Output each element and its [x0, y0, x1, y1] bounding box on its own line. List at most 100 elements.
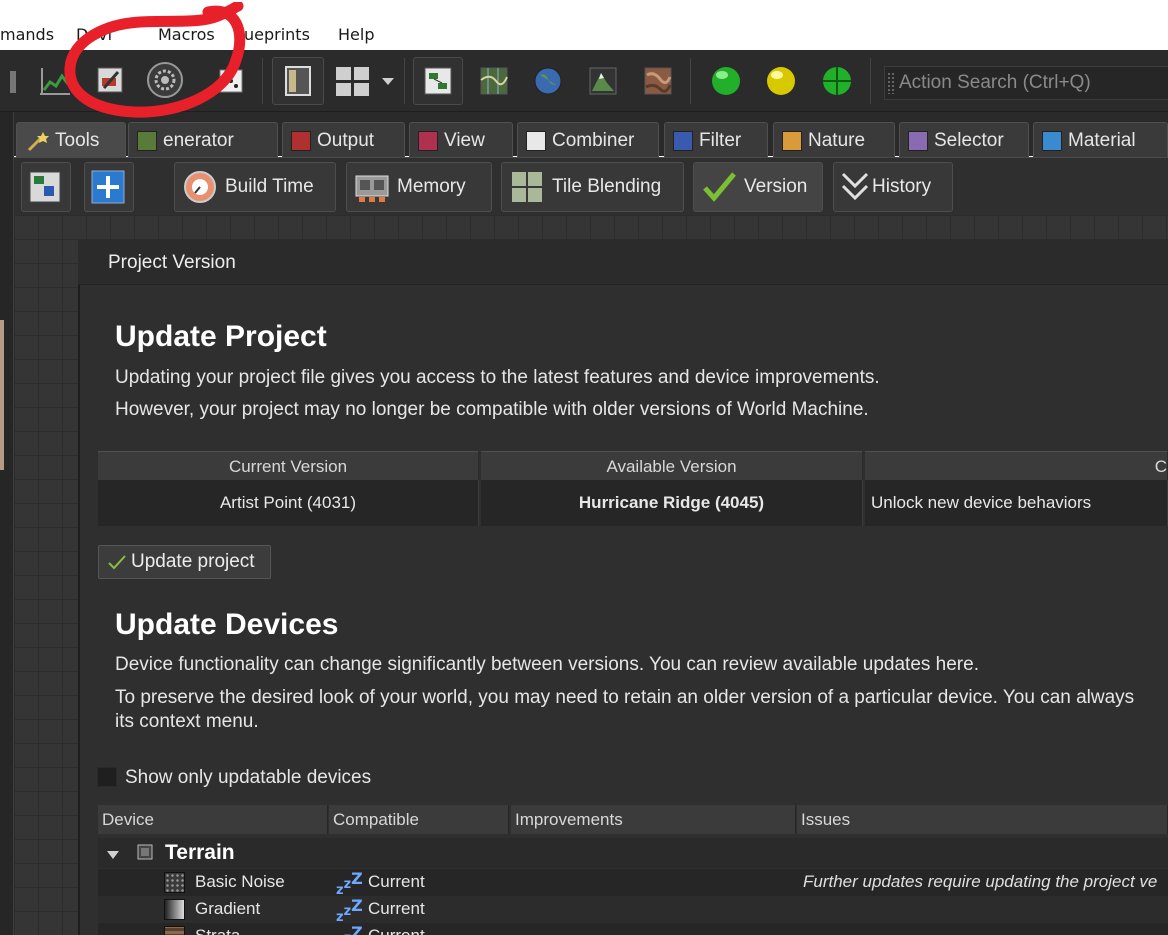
- tab-label: View: [444, 129, 485, 151]
- update-project-button[interactable]: Update project: [98, 545, 271, 579]
- dialog-title-bar: Project Version: [78, 240, 1168, 285]
- tab-view[interactable]: View: [409, 122, 513, 158]
- update-project-heading: Update Project: [115, 320, 327, 353]
- header-changes: C: [865, 451, 1168, 480]
- grip-handle-icon: [887, 72, 895, 94]
- tab-filter[interactable]: Filter: [664, 122, 768, 158]
- view-icon: [418, 130, 438, 151]
- device-name: Gradient: [195, 899, 261, 918]
- tab-tools[interactable]: Tools: [16, 122, 126, 158]
- globe-view-icon[interactable]: [528, 61, 568, 101]
- menu-commands[interactable]: mands: [0, 25, 54, 44]
- header-current-version: Current Version: [98, 451, 479, 480]
- show-updatable-checkbox[interactable]: [97, 767, 117, 787]
- version-button[interactable]: Version: [693, 162, 823, 212]
- memory-label: Memory: [397, 176, 466, 197]
- update-project-desc-2: However, your project may no longer be c…: [115, 399, 869, 420]
- update-devices-desc-2a: To preserve the desired look of your wor…: [115, 687, 1135, 708]
- issue-value: Further updates require updating the pro…: [803, 872, 1158, 891]
- nature-icon: [782, 130, 802, 151]
- table-row[interactable]: Basic Noise zzZ Current Further updates …: [98, 869, 1168, 898]
- tab-label: Nature: [808, 129, 866, 151]
- basic-noise-icon: [164, 872, 185, 893]
- group-row-terrain[interactable]: Terrain: [98, 838, 1168, 868]
- history-button[interactable]: History: [833, 162, 953, 212]
- tab-label: Tools: [55, 129, 100, 151]
- check-icon: [107, 553, 127, 571]
- app-window: mands Devi Macros ueprints Help Action S…: [0, 0, 1168, 935]
- show-updatable-label: Show only updatable devices: [125, 767, 372, 788]
- header-device[interactable]: Device: [98, 805, 328, 834]
- tab-material[interactable]: Material: [1033, 122, 1168, 158]
- menu-macros[interactable]: Macros: [158, 25, 215, 44]
- heightfield-view-icon[interactable]: [474, 61, 514, 101]
- selector-icon: [908, 130, 928, 151]
- update-devices-desc-2b: its context menu.: [115, 711, 259, 732]
- device-name: Basic Noise: [195, 872, 285, 891]
- single-pane-icon[interactable]: [278, 61, 318, 101]
- plus-icon: [89, 168, 127, 206]
- tab-generator[interactable]: enerator: [128, 122, 278, 158]
- device-name: Strata: [195, 926, 240, 935]
- menu-devices[interactable]: Devi: [76, 25, 112, 44]
- toolbar-partial-icon[interactable]: [0, 62, 32, 102]
- header-available-version: Available Version: [481, 451, 863, 480]
- device-view-icon[interactable]: [418, 61, 458, 101]
- build-tiled-icon[interactable]: [817, 61, 857, 101]
- build-time-button[interactable]: Build Time: [174, 162, 336, 212]
- menu-blueprints[interactable]: ueprints: [244, 25, 310, 44]
- memory-chip-icon: [353, 168, 391, 206]
- layout-tool-button[interactable]: [21, 162, 71, 212]
- expand-arrow-icon[interactable]: [106, 846, 120, 865]
- texture-view-icon[interactable]: [638, 61, 678, 101]
- sleep-zz-icon: zzZ: [336, 869, 363, 898]
- tab-label: Combiner: [552, 129, 635, 151]
- build-yellow-icon[interactable]: [761, 61, 801, 101]
- tab-combiner[interactable]: Combiner: [517, 122, 659, 158]
- filter-icon: [673, 130, 693, 151]
- changes-value: Unlock new device behaviors: [865, 480, 1168, 526]
- header-compatible[interactable]: Compatible: [329, 805, 509, 834]
- update-project-label: Update project: [131, 551, 255, 572]
- checkmark-icon: [700, 168, 738, 206]
- tile-blending-button[interactable]: Tile Blending: [501, 162, 684, 212]
- add-device-button[interactable]: [84, 162, 134, 212]
- table-row[interactable]: Strata zzZ Current: [98, 923, 1168, 935]
- double-chevron-icon: [840, 168, 870, 206]
- layout-tool-icon: [26, 168, 64, 206]
- header-improvements[interactable]: Improvements: [511, 805, 796, 834]
- build-green-icon[interactable]: [706, 61, 746, 101]
- table-row[interactable]: Gradient zzZ Current: [98, 896, 1168, 925]
- tab-label: Output: [317, 129, 375, 151]
- tab-label: enerator: [163, 129, 234, 151]
- terrain-graph-icon[interactable]: [34, 60, 74, 100]
- terrain-group-icon: [136, 843, 154, 865]
- build-time-label: Build Time: [225, 176, 314, 197]
- random-dice-icon[interactable]: [210, 60, 250, 100]
- action-search-input[interactable]: Action Search (Ctrl+Q): [884, 66, 1168, 100]
- tab-selector[interactable]: Selector: [899, 122, 1029, 158]
- toolbar-separator: [690, 58, 691, 104]
- build-icon[interactable]: [90, 60, 130, 100]
- memory-button[interactable]: Memory: [346, 162, 492, 212]
- tab-label: Selector: [934, 129, 1004, 151]
- menu-help[interactable]: Help: [338, 25, 374, 44]
- history-label: History: [872, 176, 932, 197]
- 3d-terrain-view-icon[interactable]: [583, 61, 623, 101]
- header-issues[interactable]: Issues: [797, 805, 1168, 834]
- left-dock-panel: [0, 112, 14, 935]
- toolbar-separator: [404, 58, 405, 104]
- tab-nature[interactable]: Nature: [773, 122, 895, 158]
- left-preview-sliver: [0, 320, 4, 470]
- tab-output[interactable]: Output: [282, 122, 405, 158]
- tab-label: Filter: [699, 129, 742, 151]
- gear-icon[interactable]: [145, 60, 185, 100]
- sleep-zz-icon: zzZ: [344, 923, 363, 935]
- generator-icon: [137, 130, 157, 151]
- chevron-down-icon[interactable]: [376, 61, 400, 101]
- tile-blending-label: Tile Blending: [552, 176, 662, 197]
- update-project-desc-1: Updating your project file gives you acc…: [115, 367, 880, 388]
- compatible-value: Current: [368, 926, 425, 935]
- grid-layout-icon[interactable]: [334, 61, 374, 101]
- sleep-zz-icon: zzZ: [336, 896, 363, 925]
